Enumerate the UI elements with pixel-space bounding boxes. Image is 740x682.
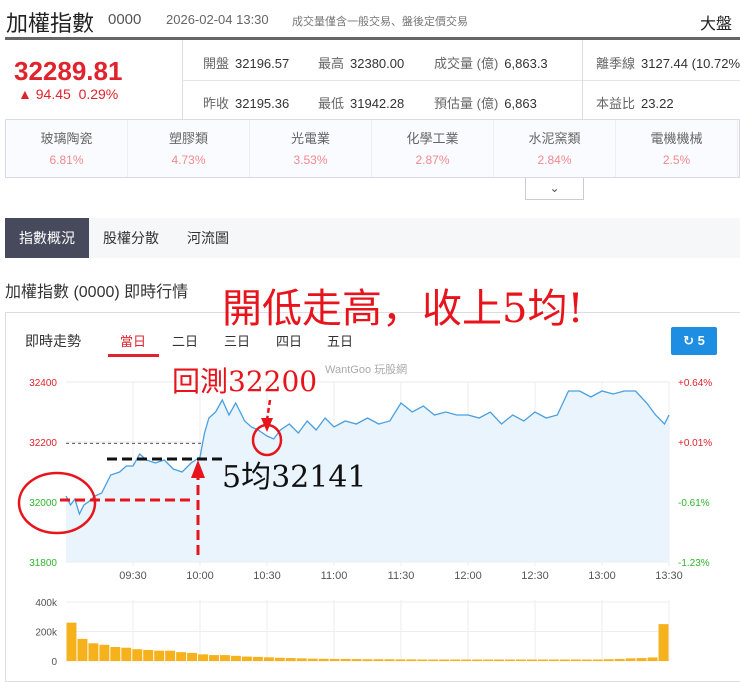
annotation-ma5: 5均32141 [222,460,367,495]
volume-bar [154,650,165,661]
volume-bar [516,659,526,661]
volume-bar [99,644,110,661]
y-right-tick-label: +0.01% [678,438,712,449]
volume-bar [581,659,592,661]
volume-bar [526,659,537,661]
volume-bar [636,658,647,661]
volume-bar [285,658,296,661]
volume-bar [318,658,329,661]
x-tick-label: 11:30 [388,570,415,582]
volume-bar [187,652,198,661]
y-right-tick-label: -0.61% [678,498,710,509]
volume-bar [461,659,472,661]
volume-bar [548,659,559,661]
volume-bar [658,624,669,661]
volume-bar [176,652,187,661]
volume-bar [241,656,252,661]
volume-bar [483,659,494,661]
volume-bar [165,650,176,661]
volume-bar [603,659,614,661]
volume-bar [307,658,318,661]
volume-bar [351,659,362,661]
y-tick-label: 32400 [29,378,57,389]
volume-bar [395,659,406,661]
intraday-chart: 32400 +0.64% 32200 +0.01% 32000 -0.61% 31800 -1… [17,378,712,668]
volume-bar [274,657,285,661]
volume-tick-label: 0 [51,657,57,668]
y-tick-label: 32000 [29,498,57,509]
x-tick-label: 13:00 [588,570,616,582]
volume-bar [647,657,658,661]
volume-bar [450,659,461,661]
volume-bar [625,658,636,661]
volume-bar [110,646,121,661]
y-right-tick-label: +0.64% [678,378,712,389]
volume-tick-label: 400k [35,598,58,609]
volume-bar [362,659,373,661]
volume-bar [439,659,450,661]
annotation-retest: 回測32200 [172,365,318,398]
volume-bar [198,654,209,661]
volume-bar [373,659,384,661]
volume-bar [296,658,307,661]
volume-bar [209,655,219,661]
volume-tick-label: 200k [35,628,58,639]
volume-bar [219,655,230,661]
x-tick-label: 09:30 [119,570,147,582]
volume-bar [406,659,417,661]
volume-bar [417,659,428,661]
volume-bar [428,659,439,661]
x-tick-label: 11:00 [321,570,348,582]
volume-bar [494,659,505,661]
volume-bar [121,647,132,661]
x-tick-label: 12:30 [521,570,549,582]
volume-bar [614,658,625,661]
volume-bar [77,638,88,661]
volume-bar [472,659,483,661]
y-tick-label: 31800 [29,558,57,569]
volume-bar [570,659,581,661]
price-area [66,391,669,562]
volume-bar [143,649,154,661]
annotation-headline: 開低走高，收上5均! [222,286,584,332]
volume-bar [263,657,274,661]
x-tick-label: 10:30 [253,570,281,582]
volume-bar [66,622,77,661]
volume-bar [329,658,340,661]
volume-bar [592,659,603,661]
y-right-tick-label: -1.23% [678,558,710,569]
volume-bar [132,649,143,661]
volume-bar [384,659,395,661]
y-tick-label: 32200 [29,438,57,449]
volume-bar [340,658,351,661]
volume-bar [88,643,99,661]
volume-bar [537,659,548,661]
x-tick-label: 12:00 [454,570,482,582]
volume-bar [252,656,263,661]
volume-bar [559,659,570,661]
x-tick-label: 13:30 [655,570,683,582]
x-tick-label: 10:00 [186,570,214,582]
volume-bar [505,659,516,661]
volume-bar [230,655,241,661]
